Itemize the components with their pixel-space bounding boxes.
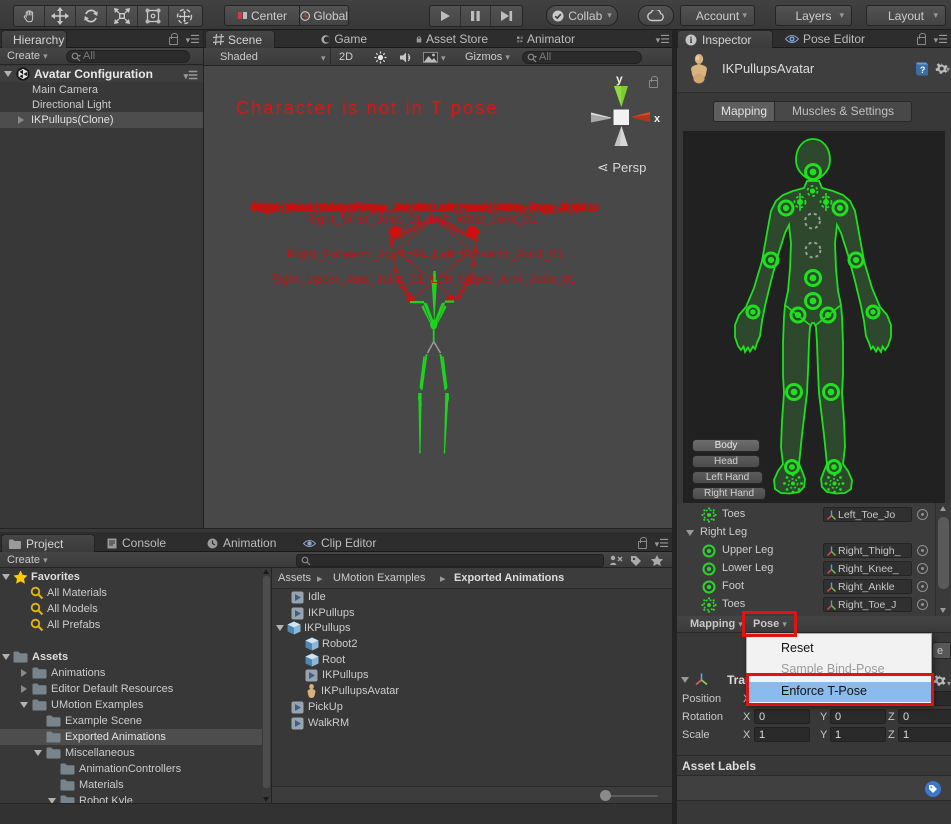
svg-text:x: x [654, 113, 661, 125]
svg-text:?: ? [920, 65, 926, 75]
svg-text:y: y [616, 72, 623, 86]
